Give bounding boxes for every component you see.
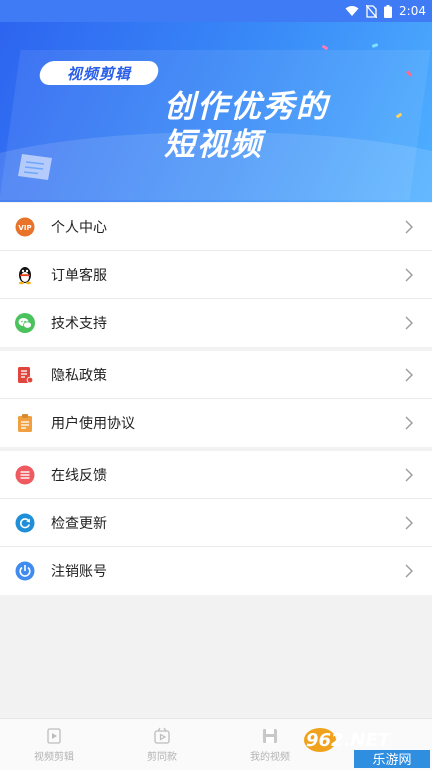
privacy-document-icon	[15, 365, 35, 385]
chevron-right-icon	[405, 220, 413, 234]
qq-penguin-icon	[15, 265, 35, 285]
tab-label: 剪同款	[147, 751, 177, 763]
menu-item-label: 注销账号	[51, 564, 107, 580]
chevron-right-icon	[405, 416, 413, 430]
menu-item-tech-support[interactable]: 技术支持	[0, 299, 432, 347]
wechat-icon	[15, 313, 35, 333]
menu-item-label: 检查更新	[51, 515, 107, 532]
tab-label: 视频剪辑	[34, 751, 74, 763]
confetti-decoration	[371, 43, 379, 48]
banner-tag: 视频剪辑	[37, 61, 161, 85]
header-banner: 视频剪辑 创作优秀的 短视频	[0, 22, 432, 202]
menu-item-label: 在线反馈	[51, 467, 107, 484]
chevron-right-icon	[405, 368, 413, 382]
chevron-right-icon	[405, 468, 413, 482]
watermark-text-2: 乐游网	[372, 753, 411, 768]
menu-group-account: VIP 个人中心 订单客服 技术支持	[0, 203, 432, 347]
banner-tag-text: 视频剪辑	[66, 64, 131, 83]
save-icon	[263, 728, 277, 743]
menu-item-label: 个人中心	[51, 219, 107, 236]
menu-item-label: 技术支持	[51, 316, 107, 332]
menu-item-label: 隐私政策	[51, 367, 107, 384]
chevron-right-icon	[405, 268, 413, 282]
watermark-text-1: 962.NET	[306, 730, 392, 751]
watermark-logo: 962.NET 乐游网	[304, 728, 430, 768]
battery-icon	[384, 4, 393, 18]
banner-headline: 创作优秀的 短视频	[164, 88, 329, 164]
svg-text:VIP: VIP	[18, 224, 31, 232]
menu-item-privacy-policy[interactable]: 隐私政策	[0, 351, 432, 399]
clipboard-icon	[15, 413, 35, 433]
status-bar: 2:04	[0, 0, 432, 22]
menu-item-user-agreement[interactable]: 用户使用协议	[0, 399, 432, 447]
menu-group-support: 在线反馈 检查更新 注销账号	[0, 451, 432, 595]
chevron-right-icon	[405, 516, 413, 530]
feedback-icon	[15, 465, 35, 485]
menu-item-personal-center[interactable]: VIP 个人中心	[0, 203, 432, 251]
video-edit-icon	[47, 727, 61, 744]
menu-item-online-feedback[interactable]: 在线反馈	[0, 451, 432, 499]
vip-icon: VIP	[15, 217, 35, 237]
chevron-right-icon	[405, 564, 413, 578]
menu-item-order-service[interactable]: 订单客服	[0, 251, 432, 299]
menu-item-delete-account[interactable]: 注销账号	[0, 547, 432, 595]
wifi-icon	[345, 5, 359, 17]
document-illustration-icon	[18, 154, 52, 180]
banner-headline-line1: 创作优秀的	[164, 89, 329, 125]
no-sim-icon	[366, 4, 378, 18]
tab-video-edit[interactable]: 视频剪辑	[0, 719, 108, 770]
menu-item-label: 用户使用协议	[51, 416, 135, 432]
menu-item-label: 订单客服	[51, 267, 107, 284]
menu-group-legal: 隐私政策 用户使用协议	[0, 351, 432, 447]
tab-label: 我的视频	[250, 751, 290, 763]
power-icon	[15, 561, 35, 581]
status-time: 2:04	[399, 4, 426, 18]
chevron-right-icon	[405, 316, 413, 330]
template-icon	[154, 727, 170, 744]
banner-headline-line2: 短视频	[164, 127, 263, 163]
refresh-icon	[15, 513, 35, 533]
tab-template[interactable]: 剪同款	[108, 719, 216, 770]
menu-item-check-update[interactable]: 检查更新	[0, 499, 432, 547]
